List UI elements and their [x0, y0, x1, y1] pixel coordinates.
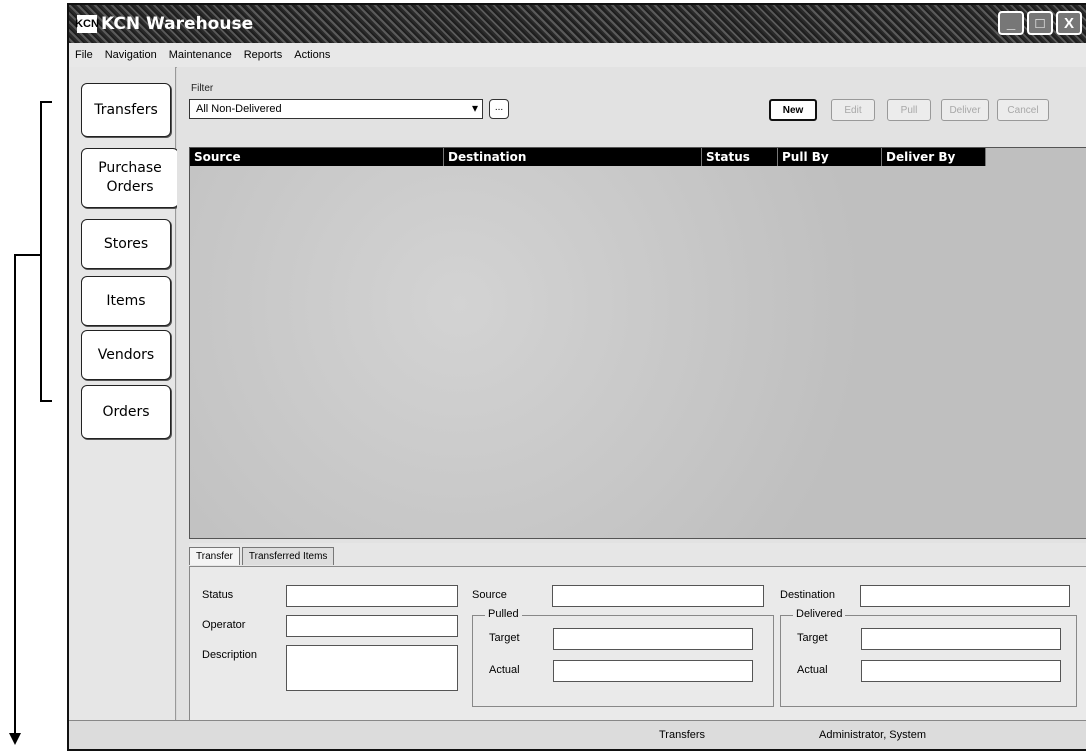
- column-header-status[interactable]: Status: [702, 148, 778, 166]
- close-button[interactable]: X: [1056, 11, 1082, 35]
- edit-button[interactable]: Edit: [831, 99, 875, 121]
- status-current-module: Transfers: [659, 729, 706, 741]
- main-content: Filter All Non-Delivered ▾ ... New Edit …: [177, 67, 1086, 721]
- transfers-grid[interactable]: Source Destination Status Pull By Delive…: [189, 147, 1086, 539]
- source-label: Source: [472, 589, 507, 601]
- pulled-actual-label: Actual: [489, 664, 520, 676]
- nav-transfers-button[interactable]: Transfers: [81, 83, 171, 137]
- nav-stores-button[interactable]: Stores: [81, 219, 171, 269]
- delivered-actual-label: Actual: [797, 664, 828, 676]
- app-window: KCN KCN Warehouse _ □ X File Navigation …: [67, 3, 1086, 751]
- delivered-group: Delivered Target Actual: [780, 608, 1077, 707]
- pulled-group: Pulled Target Actual: [472, 608, 774, 707]
- source-field[interactable]: [552, 585, 764, 607]
- status-current-user: Administrator, System: [819, 729, 926, 741]
- description-field[interactable]: [286, 645, 458, 691]
- sidebar-nav: Transfers Purchase Orders Stores Items V…: [69, 67, 179, 721]
- column-header-pull-by[interactable]: Pull By: [778, 148, 882, 166]
- delivered-target-label: Target: [797, 632, 828, 644]
- annotation-bracket: [40, 101, 52, 402]
- operator-field[interactable]: [286, 615, 458, 637]
- delivered-group-title: Delivered: [793, 608, 846, 620]
- window-title: KCN Warehouse: [101, 14, 254, 34]
- pulled-actual-field[interactable]: [553, 660, 753, 682]
- menu-file[interactable]: File: [75, 49, 93, 61]
- pulled-group-title: Pulled: [485, 608, 522, 620]
- deliver-button[interactable]: Deliver: [941, 99, 989, 121]
- destination-label: Destination: [780, 589, 836, 601]
- filter-label: Filter: [191, 83, 214, 94]
- details-tab-content: Status Operator Description Source Pulle…: [189, 566, 1086, 721]
- column-header-source[interactable]: Source: [190, 148, 444, 166]
- grid-header: Source Destination Status Pull By Delive…: [190, 148, 986, 166]
- details-panel: Transfer Transferred Items Status Operat…: [189, 543, 1086, 721]
- column-header-deliver-by[interactable]: Deliver By: [882, 148, 986, 166]
- maximize-button[interactable]: □: [1027, 11, 1053, 35]
- annotation-line: [14, 254, 16, 736]
- delivered-actual-field[interactable]: [861, 660, 1061, 682]
- destination-field[interactable]: [860, 585, 1070, 607]
- filter-value: All Non-Delivered: [196, 103, 282, 115]
- menu-maintenance[interactable]: Maintenance: [169, 49, 232, 61]
- annotation-connector: [14, 254, 41, 256]
- nav-items-button[interactable]: Items: [81, 276, 171, 326]
- status-bar: Transfers Administrator, System: [69, 720, 1086, 749]
- delivered-target-field[interactable]: [861, 628, 1061, 650]
- column-header-destination[interactable]: Destination: [444, 148, 702, 166]
- annotation-arrow: [9, 733, 21, 745]
- tab-transferred-items[interactable]: Transferred Items: [241, 547, 335, 565]
- chevron-down-icon[interactable]: ▾: [472, 101, 478, 115]
- nav-vendors-button[interactable]: Vendors: [81, 330, 171, 380]
- menu-reports[interactable]: Reports: [244, 49, 283, 61]
- pulled-target-field[interactable]: [553, 628, 753, 650]
- pulled-target-label: Target: [489, 632, 520, 644]
- menu-navigation[interactable]: Navigation: [105, 49, 157, 61]
- app-logo-icon: KCN: [75, 15, 99, 33]
- status-label: Status: [202, 589, 234, 601]
- description-label: Description: [202, 649, 258, 661]
- filter-more-button[interactable]: ...: [489, 99, 509, 119]
- pull-button[interactable]: Pull: [887, 99, 931, 121]
- nav-orders-button[interactable]: Orders: [81, 385, 171, 439]
- minimize-button[interactable]: _: [998, 11, 1024, 35]
- operator-label: Operator: [202, 619, 246, 631]
- title-bar[interactable]: KCN KCN Warehouse _ □ X: [69, 5, 1086, 43]
- tab-transfer[interactable]: Transfer: [189, 547, 240, 565]
- cancel-button[interactable]: Cancel: [997, 99, 1049, 121]
- nav-purchase-orders-button[interactable]: Purchase Orders: [81, 148, 179, 208]
- new-button[interactable]: New: [769, 99, 817, 121]
- menu-actions[interactable]: Actions: [294, 49, 330, 61]
- menu-bar: File Navigation Maintenance Reports Acti…: [69, 43, 1086, 68]
- filter-dropdown[interactable]: All Non-Delivered ▾: [189, 99, 483, 119]
- status-field[interactable]: [286, 585, 458, 607]
